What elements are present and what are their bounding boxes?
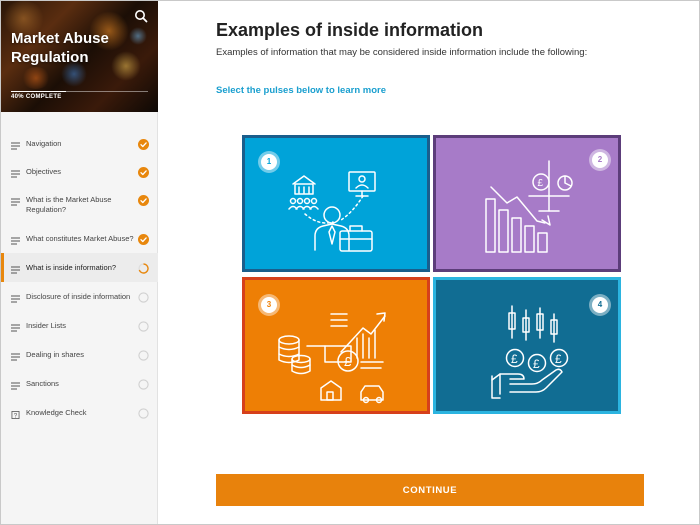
candlestick-pounds-hand-icon: £ £ £ [491,305,569,399]
sidebar-item-label: Disclosure of inside information [26,292,131,301]
sidebar-item-label: What constitutes Market Abuse? [26,234,134,243]
pulse-tile-1[interactable]: 1 [242,135,430,272]
svg-text:£: £ [538,178,544,189]
continue-button[interactable]: CONTINUE [216,474,644,506]
sidebar-item-label: What is inside information? [26,263,117,272]
progress-bar [11,91,66,92]
sidebar-item[interactable]: What constitutes Market Abuse? [1,224,158,253]
progress-circle-icon [138,263,149,274]
list-icon [11,170,20,178]
sidebar-item[interactable]: Dealing in shares [1,340,158,369]
empty-circle-icon [138,379,149,390]
empty-circle-icon [138,408,149,419]
check-circle-icon [138,167,149,178]
sidebar-item-label: Dealing in shares [26,350,84,359]
sidebar-item[interactable]: What is the Market Abuse Regulation? [1,185,158,224]
empty-circle-icon [138,292,149,303]
check-circle-icon [138,195,149,206]
sidebar: Market Abuse Regulation 40% COMPLETE Nav… [1,1,158,524]
list-icon [11,295,20,303]
empty-circle-icon [138,350,149,361]
list-icon [11,382,20,390]
search-icon[interactable] [134,9,148,23]
course-header: Market Abuse Regulation 40% COMPLETE [1,1,158,112]
intro-text: Examples of information that may be cons… [216,47,588,58]
progress-label: 40% COMPLETE [11,94,62,100]
pulse-tile-2[interactable]: 2 £ [433,135,621,272]
businessman-network-icon [288,171,376,252]
empty-circle-icon [138,321,149,332]
sidebar-item-label: Knowledge Check [26,408,87,417]
pulse-tile-3[interactable]: 3 £ [242,277,430,414]
sidebar-item[interactable]: ? Knowledge Check [1,398,158,427]
money-property-growth-icon: £ [278,312,386,404]
sidebar-item[interactable]: Sanctions [1,369,158,398]
sidebar-item-label: Insider Lists [26,321,67,330]
sidebar-item[interactable]: What is inside information? [1,253,158,282]
list-icon [11,198,20,206]
sidebar-item-label: Navigation [26,139,62,148]
svg-text:?: ? [14,412,18,419]
sidebar-item[interactable]: Insider Lists [1,311,158,340]
question-box-icon: ? [11,411,20,419]
check-circle-icon [138,234,149,245]
sidebar-item-label: What is the Market Abuse Regulation? [26,195,112,214]
sidebar-item[interactable]: Objectives [1,157,158,185]
list-icon [11,353,20,361]
check-circle-icon [138,139,149,150]
sidebar-item-label: Sanctions [26,379,59,388]
instruction-text: Select the pulses below to learn more [216,85,386,96]
sidebar-item-label: Objectives [26,167,62,176]
list-icon [11,324,20,332]
declining-chart-pound-icon: £ [485,160,573,253]
svg-text:£: £ [511,352,518,366]
list-icon [11,142,20,150]
page-title: Examples of inside information [216,20,484,40]
sidebar-item[interactable]: Disclosure of inside information [1,282,158,311]
pulse-tile-4[interactable]: 4 £ £ £ [433,277,621,414]
sidebar-item[interactable]: Navigation [1,129,158,157]
list-icon [11,237,20,245]
svg-text:£: £ [344,354,352,369]
svg-text:£: £ [555,352,562,366]
list-icon [11,266,20,274]
course-title: Market Abuse Regulation [11,30,109,66]
content-area: Examples of inside information Examples … [159,1,699,524]
svg-text:£: £ [533,357,540,371]
